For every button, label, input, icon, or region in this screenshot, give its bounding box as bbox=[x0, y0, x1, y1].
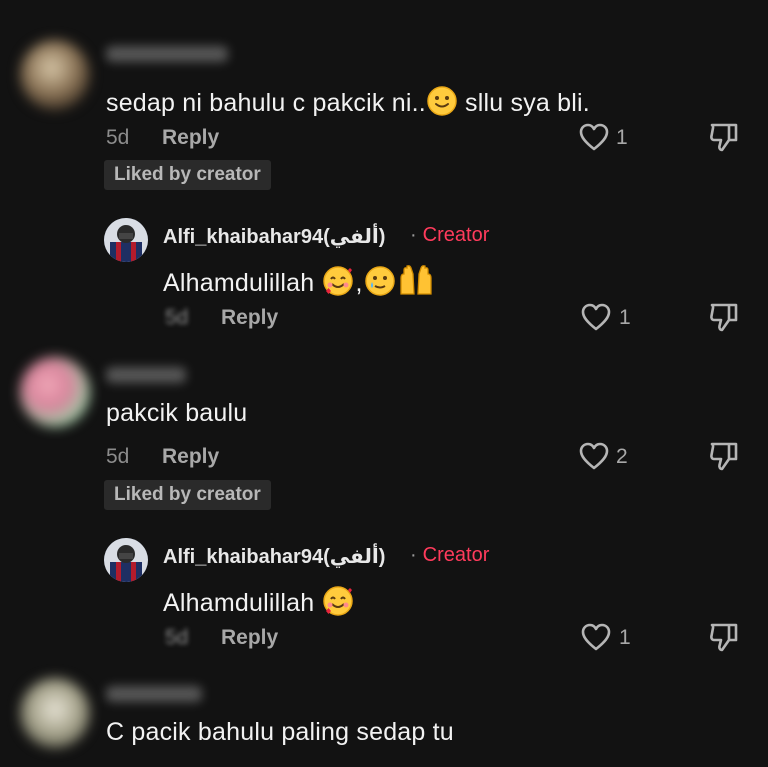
dislike-button[interactable] bbox=[707, 439, 741, 473]
avatar[interactable] bbox=[20, 357, 90, 427]
like-count: 2 bbox=[616, 445, 628, 468]
reply-age: 5d bbox=[165, 306, 189, 329]
reply-button[interactable]: Reply bbox=[221, 306, 278, 330]
liked-by-creator-badge: Liked by creator bbox=[104, 480, 271, 510]
separator-dot: · bbox=[410, 224, 417, 246]
thumbs-down-icon bbox=[710, 442, 738, 471]
heart-outline-icon bbox=[579, 123, 609, 151]
heart-outline-icon bbox=[581, 623, 611, 651]
slightly-smiling-face-icon bbox=[426, 85, 458, 124]
creator-label: · Creator bbox=[410, 544, 489, 567]
reply-item: Alfi_khaibahar94(ألفي) · Creator Alhamdul… bbox=[0, 200, 768, 345]
heart-outline-icon bbox=[579, 442, 609, 470]
reply-item: Alfi_khaibahar94(ألفي) · Creator Alhamdul… bbox=[0, 520, 768, 670]
comment-text: C pacik bahulu paling sedap tu bbox=[106, 718, 454, 746]
reply-age: 5d bbox=[165, 626, 189, 649]
smiling-face-with-hearts-icon bbox=[321, 264, 355, 305]
creator-tag-text: Creator bbox=[422, 224, 490, 246]
thumbs-down-icon bbox=[710, 303, 738, 332]
like-count: 1 bbox=[619, 306, 631, 329]
dislike-button[interactable] bbox=[707, 120, 741, 154]
like-count: 1 bbox=[619, 626, 631, 649]
comment-item: C pacik bahulu paling sedap tu bbox=[0, 670, 768, 767]
reply-button[interactable]: Reply bbox=[162, 445, 219, 469]
like-button[interactable] bbox=[580, 302, 614, 332]
liked-by-creator-badge: Liked by creator bbox=[104, 160, 271, 190]
reply-button[interactable]: Reply bbox=[162, 126, 219, 150]
creator-username[interactable]: Alfi_khaibahar94(ألفي) bbox=[163, 224, 385, 249]
comment-age: 5d bbox=[106, 445, 130, 468]
like-button[interactable] bbox=[578, 441, 612, 471]
creator-tag-text: Creator bbox=[422, 544, 490, 566]
dislike-button[interactable] bbox=[707, 300, 741, 334]
like-button[interactable] bbox=[578, 122, 612, 152]
reply-button[interactable]: Reply bbox=[221, 626, 278, 650]
heart-outline-icon bbox=[581, 303, 611, 331]
dislike-button[interactable] bbox=[707, 620, 741, 654]
creator-label: · Creator bbox=[410, 224, 489, 247]
comments-panel: sedap ni bahulu c pakcik ni.. sllu sya b… bbox=[0, 0, 768, 767]
thumbs-down-icon bbox=[710, 123, 738, 152]
raised-hands-icon bbox=[397, 264, 435, 305]
smiling-face-with-tear-icon bbox=[363, 264, 397, 305]
creator-username[interactable]: Alfi_khaibahar94(ألفي) bbox=[163, 544, 385, 569]
username-blurred[interactable] bbox=[106, 367, 186, 383]
username-blurred[interactable] bbox=[106, 46, 228, 62]
like-count: 1 bbox=[616, 126, 628, 149]
comment-item: pakcik baulu 5d Reply 2 Liked by creator bbox=[0, 345, 768, 520]
avatar[interactable] bbox=[20, 678, 90, 748]
thumbs-down-icon bbox=[710, 623, 738, 652]
comment-text: sedap ni bahulu c pakcik ni.. sllu sya b… bbox=[106, 85, 590, 124]
creator-avatar[interactable] bbox=[104, 218, 148, 262]
avatar[interactable] bbox=[20, 40, 90, 110]
comment-age: 5d bbox=[106, 126, 130, 149]
smiling-face-with-hearts-icon bbox=[321, 584, 355, 625]
username-blurred[interactable] bbox=[106, 686, 202, 702]
reply-text: Alhamdulillah , bbox=[163, 264, 435, 305]
creator-avatar[interactable] bbox=[104, 538, 148, 582]
comment-item: sedap ni bahulu c pakcik ni.. sllu sya b… bbox=[0, 0, 768, 200]
comment-text: pakcik baulu bbox=[106, 399, 248, 427]
like-button[interactable] bbox=[580, 622, 614, 652]
reply-text: Alhamdulillah bbox=[163, 584, 355, 625]
separator-dot: · bbox=[410, 544, 417, 566]
